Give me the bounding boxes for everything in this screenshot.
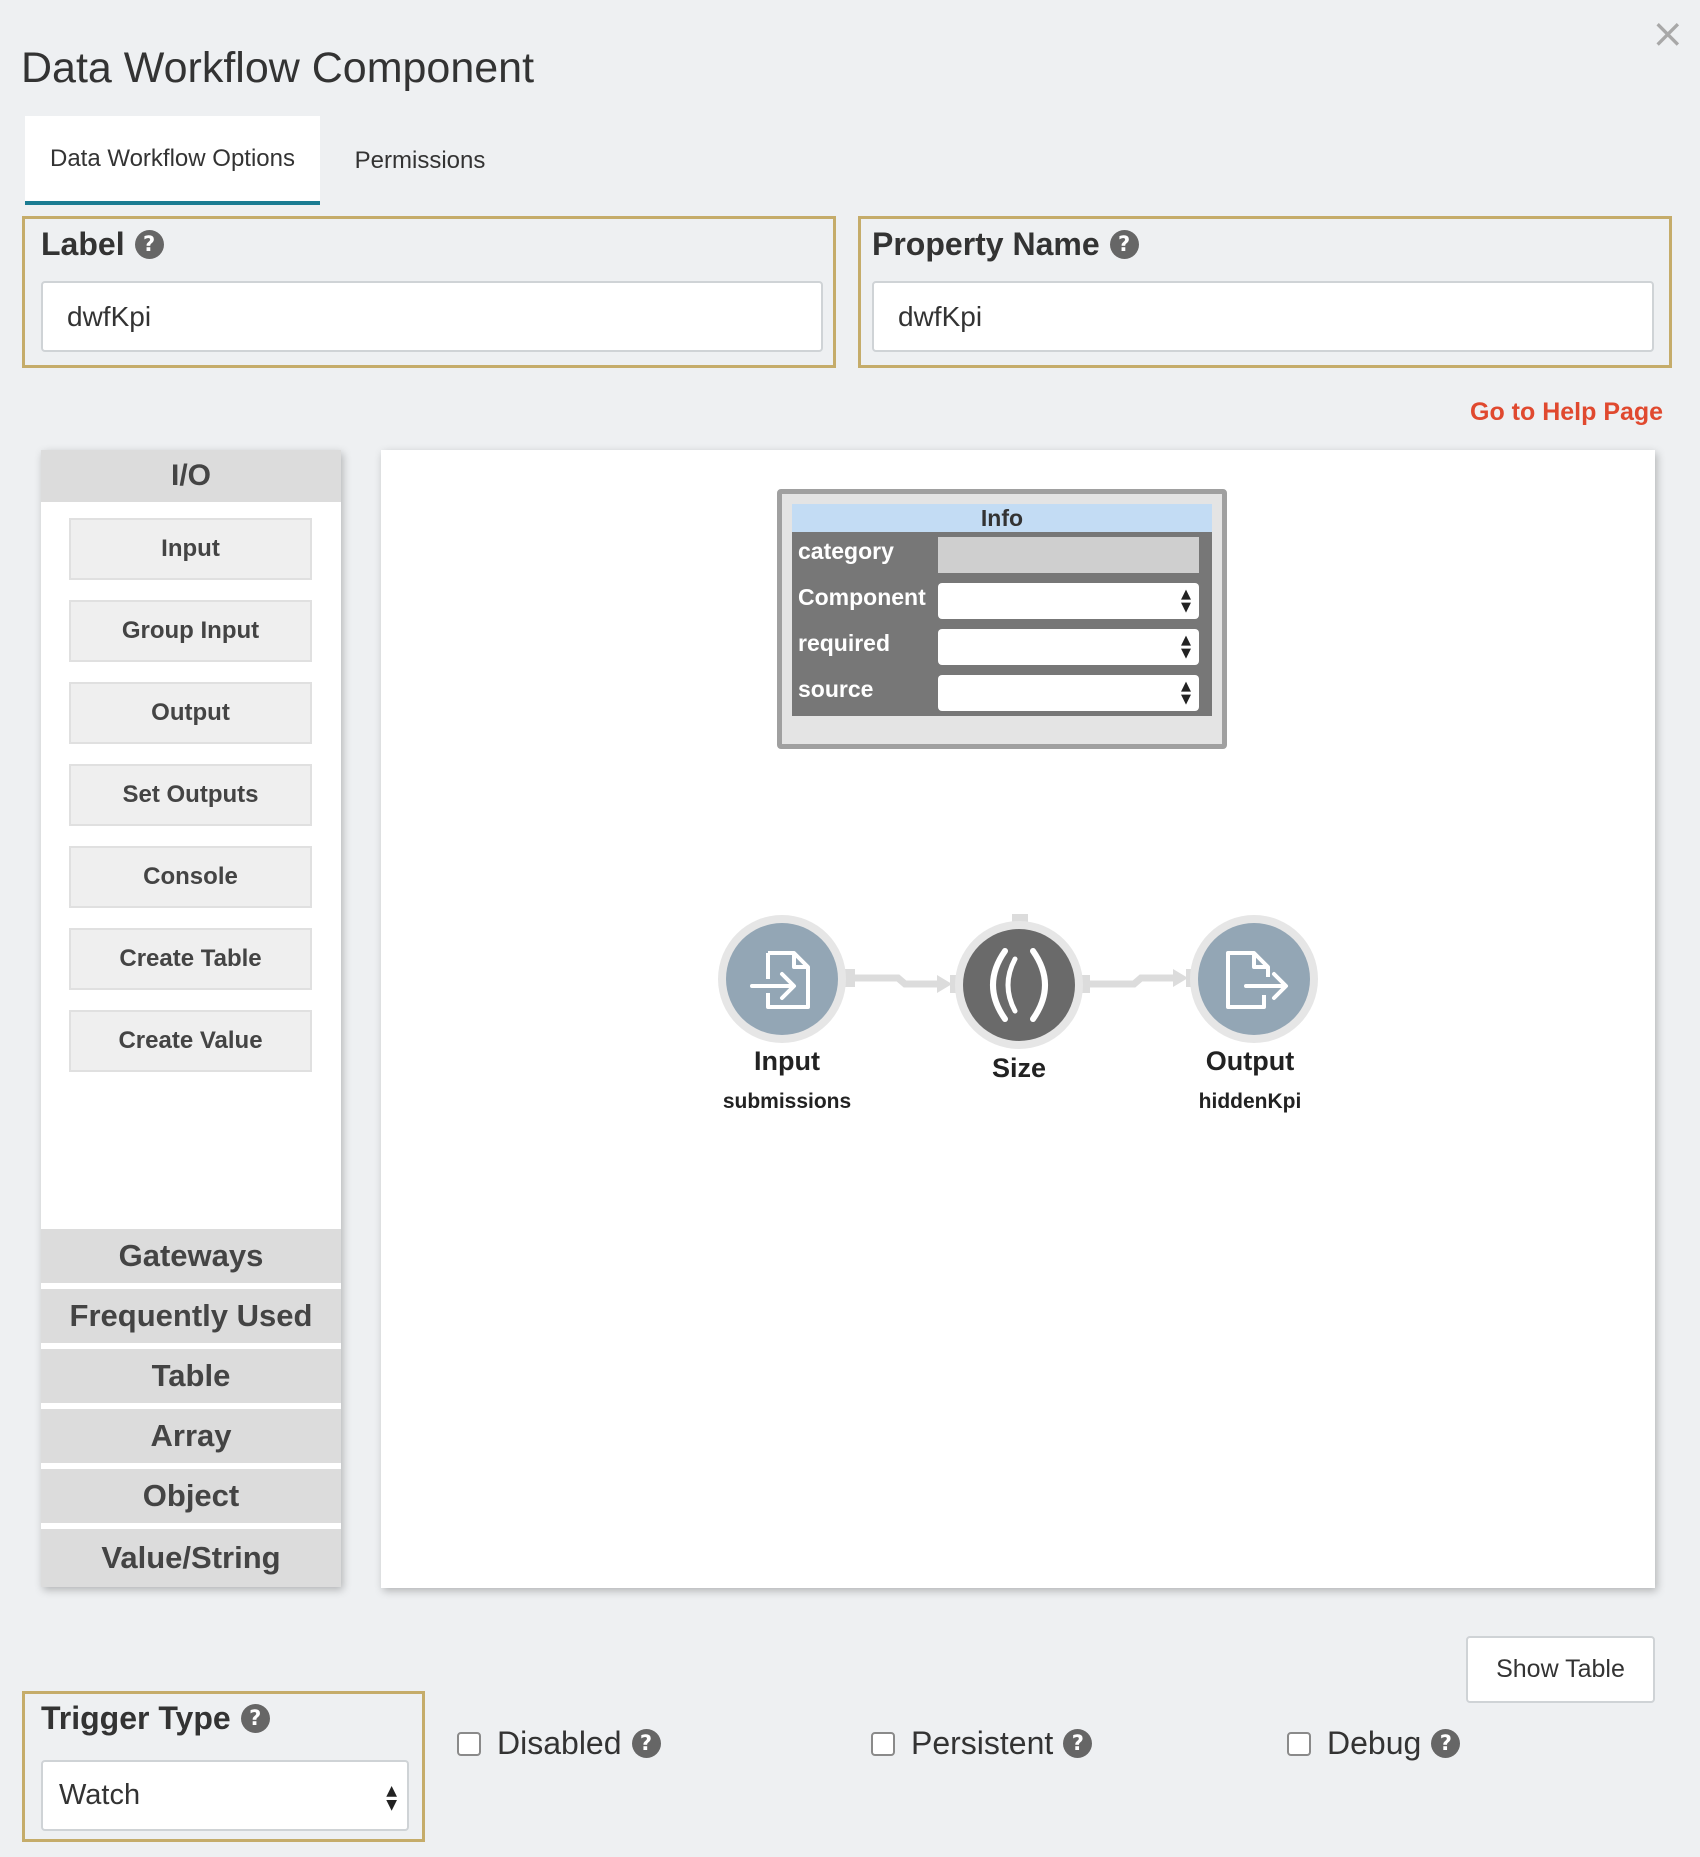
disabled-label: Disabled (497, 1725, 622, 1761)
info-key: source (798, 676, 874, 702)
label-field-label-text: Label (41, 226, 125, 262)
info-panel-title: Info (792, 504, 1212, 532)
node-size[interactable] (955, 921, 1083, 1049)
info-panel-body: Info category Component ▲ ▼ required ▲ ▼ s… (792, 504, 1212, 716)
palette-section-gateways[interactable]: Gateways (41, 1229, 341, 1283)
debug-label: Debug (1327, 1725, 1422, 1761)
select-arrows-icon: ▲ ▼ (1181, 587, 1191, 615)
dialog-title: Data Workflow Component (21, 44, 535, 92)
property-name-label-text: Property Name (872, 226, 1100, 262)
tab-bar: Data Workflow Options Permissions (25, 116, 520, 205)
info-row-component: Component ▲ ▼ (792, 579, 1212, 619)
palette-section-frequently-used[interactable]: Frequently Used (41, 1289, 341, 1343)
info-row-source: source ▲ ▼ (792, 671, 1212, 711)
info-row-category: category (792, 533, 1212, 573)
component-select[interactable]: ▲ ▼ (938, 583, 1199, 619)
category-field[interactable] (938, 537, 1199, 573)
label-field-label: Label ? (41, 226, 164, 263)
select-arrows-icon: ▲ ▼ (386, 1783, 397, 1813)
help-icon[interactable]: ? (240, 1704, 270, 1733)
node-input[interactable] (718, 915, 846, 1043)
file-export-icon (1198, 923, 1310, 1035)
property-name-label: Property Name ? (872, 226, 1139, 263)
persistent-option: Persistent ? (871, 1725, 1093, 1762)
palette-item-console[interactable]: Console (69, 846, 312, 908)
trigger-type-select[interactable]: Watch ▲ ▼ (41, 1760, 409, 1831)
palette-item-input[interactable]: Input (69, 518, 312, 580)
tab-data-workflow-options[interactable]: Data Workflow Options (25, 116, 320, 205)
persistent-label: Persistent (911, 1725, 1054, 1761)
help-icon[interactable]: ? (631, 1729, 661, 1758)
help-icon[interactable]: ? (1063, 1729, 1093, 1758)
help-icon[interactable]: ? (1109, 230, 1139, 259)
trigger-type-label: Trigger Type ? (41, 1700, 270, 1737)
node-output-label: Output (1205, 1046, 1295, 1076)
parentheses-icon (963, 929, 1075, 1041)
required-select[interactable]: ▲ ▼ (938, 629, 1199, 665)
help-icon[interactable]: ? (134, 230, 164, 259)
info-panel[interactable]: Info category Component ▲ ▼ required ▲ ▼ s… (777, 489, 1227, 749)
property-name-input[interactable] (872, 281, 1654, 352)
show-table-button[interactable]: Show Table (1466, 1636, 1655, 1703)
trigger-type-label-text: Trigger Type (41, 1700, 231, 1736)
palette-section-array[interactable]: Array (41, 1409, 341, 1463)
tab-permissions[interactable]: Permissions (320, 116, 520, 205)
help-page-link[interactable]: Go to Help Page (1470, 398, 1663, 427)
palette-section-table[interactable]: Table (41, 1349, 341, 1403)
info-key: Component (798, 584, 926, 610)
debug-checkbox[interactable] (1287, 1731, 1311, 1756)
persistent-checkbox[interactable] (871, 1731, 895, 1756)
help-icon[interactable]: ? (1431, 1729, 1461, 1758)
palette-item-set-outputs[interactable]: Set Outputs (69, 764, 312, 826)
disabled-checkbox[interactable] (457, 1731, 481, 1756)
palette-item-create-value[interactable]: Create Value (69, 1010, 312, 1072)
info-key: category (798, 538, 894, 564)
node-input-sublabel: submissions (722, 1090, 852, 1113)
palette-item-create-table[interactable]: Create Table (69, 928, 312, 990)
palette-item-group-input[interactable]: Group Input (69, 600, 312, 662)
palette-section-io[interactable]: I/O (41, 450, 341, 502)
trigger-type-value: Watch (59, 1779, 141, 1811)
label-input[interactable] (41, 281, 823, 352)
close-icon[interactable]: × (1651, 14, 1685, 54)
debug-option: Debug ? (1287, 1725, 1461, 1762)
node-output[interactable] (1190, 915, 1318, 1043)
palette-section-value-string[interactable]: Value/String (41, 1529, 341, 1587)
node-input-label: Input (754, 1046, 820, 1076)
select-arrows-icon: ▲ ▼ (1181, 679, 1191, 707)
node-size-label: Size (991, 1053, 1047, 1083)
source-select[interactable]: ▲ ▼ (938, 675, 1199, 711)
file-import-icon (726, 923, 838, 1035)
palette-item-output[interactable]: Output (69, 682, 312, 744)
select-arrows-icon: ▲ ▼ (1181, 633, 1191, 661)
node-palette: I/O Input Group Input Output Set Outputs… (41, 450, 341, 1587)
info-row-required: required ▲ ▼ (792, 625, 1212, 665)
disabled-option: Disabled ? (457, 1725, 661, 1762)
palette-section-object[interactable]: Object (41, 1469, 341, 1523)
node-output-sublabel: hiddenKpi (1198, 1090, 1302, 1113)
info-key: required (798, 630, 891, 656)
